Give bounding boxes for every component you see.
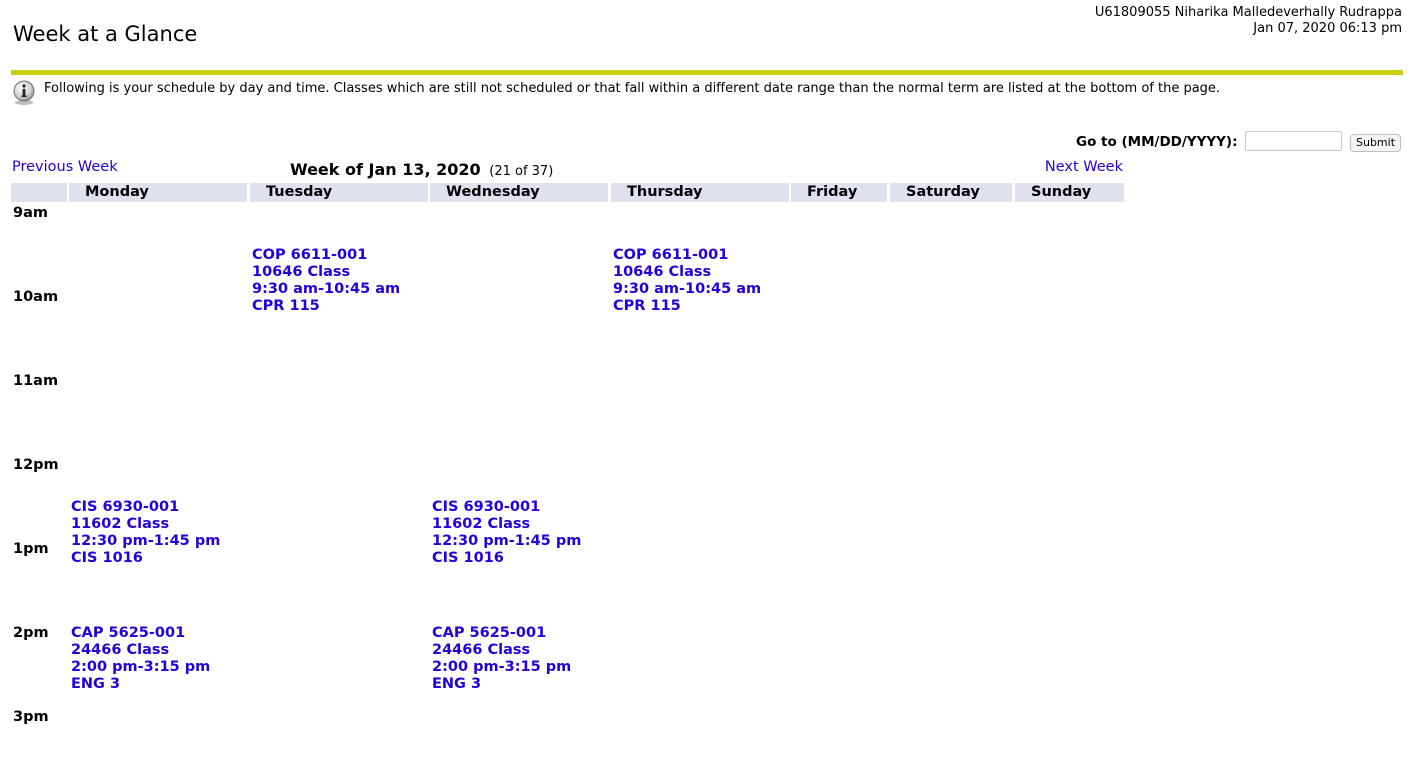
time-label-10am: 10am xyxy=(13,289,59,305)
class-block-monday-cap5625[interactable]: CAP 5625-001 24466 Class 2:00 pm-3:15 pm… xyxy=(71,625,210,693)
time-label-11am: 11am xyxy=(13,373,59,389)
week-label: Week of Jan 13, 2020 xyxy=(290,160,481,179)
page-title: Week at a Glance xyxy=(13,22,198,46)
class-room: CIS 1016 xyxy=(71,550,143,566)
day-header-monday: Monday xyxy=(69,183,247,202)
class-crn: 11602 Class xyxy=(432,516,531,532)
class-room: CPR 115 xyxy=(613,298,681,314)
class-course: CIS 6930-001 xyxy=(432,499,541,515)
class-time: 2:00 pm-3:15 pm xyxy=(432,659,572,675)
time-label-1pm: 1pm xyxy=(13,541,49,557)
class-crn: 24466 Class xyxy=(71,642,170,658)
class-block-wednesday-cap5625[interactable]: CAP 5625-001 24466 Class 2:00 pm-3:15 pm… xyxy=(432,625,571,693)
time-label-2pm: 2pm xyxy=(13,625,49,641)
previous-week-link[interactable]: Previous Week xyxy=(12,159,118,175)
class-time: 9:30 am-10:45 am xyxy=(252,281,401,297)
time-label-12pm: 12pm xyxy=(13,457,59,473)
day-header-saturday: Saturday xyxy=(890,183,1012,202)
class-course: COP 6611-001 xyxy=(613,247,729,263)
class-time: 12:30 pm-1:45 pm xyxy=(432,533,582,549)
class-time: 2:00 pm-3:15 pm xyxy=(71,659,211,675)
header-rule xyxy=(11,70,1403,75)
info-icon xyxy=(12,80,38,106)
class-block-thursday-cop6611[interactable]: COP 6611-001 10646 Class 9:30 am-10:45 a… xyxy=(613,247,761,315)
class-room: CPR 115 xyxy=(252,298,320,314)
class-crn: 10646 Class xyxy=(613,264,712,280)
goto-date-input[interactable] xyxy=(1245,131,1342,151)
week-heading: Week of Jan 13, 2020 (21 of 37) xyxy=(290,160,553,179)
week-count: (21 of 37) xyxy=(489,164,554,179)
day-header-sunday: Sunday xyxy=(1015,183,1124,202)
class-course: CAP 5625-001 xyxy=(432,625,547,641)
goto-label: Go to (MM/DD/YYYY): xyxy=(1076,134,1238,150)
next-week-link[interactable]: Next Week xyxy=(1045,159,1123,175)
class-block-tuesday-cop6611[interactable]: COP 6611-001 10646 Class 9:30 am-10:45 a… xyxy=(252,247,400,315)
class-crn: 10646 Class xyxy=(252,264,351,280)
day-header-friday: Friday xyxy=(791,183,887,202)
class-time: 12:30 pm-1:45 pm xyxy=(71,533,221,549)
class-time: 9:30 am-10:45 am xyxy=(613,281,762,297)
user-identity: U61809055 Niharika Malledeverhally Rudra… xyxy=(1094,5,1402,20)
class-block-wednesday-cis6930[interactable]: CIS 6930-001 11602 Class 12:30 pm-1:45 p… xyxy=(432,499,581,567)
class-course: CAP 5625-001 xyxy=(71,625,186,641)
time-label-9am: 9am xyxy=(13,205,48,221)
class-course: COP 6611-001 xyxy=(252,247,368,263)
timestamp: Jan 07, 2020 06:13 pm xyxy=(1253,21,1402,36)
day-header-thursday: Thursday xyxy=(611,183,789,202)
class-room: ENG 3 xyxy=(432,676,482,692)
time-column-header xyxy=(11,183,67,202)
time-label-3pm: 3pm xyxy=(13,709,49,725)
class-room: ENG 3 xyxy=(71,676,121,692)
class-crn: 11602 Class xyxy=(71,516,170,532)
info-text: Following is your schedule by day and ti… xyxy=(44,81,1221,96)
class-course: CIS 6930-001 xyxy=(71,499,180,515)
class-room: CIS 1016 xyxy=(432,550,504,566)
submit-button[interactable]: Submit xyxy=(1350,134,1401,152)
day-header-tuesday: Tuesday xyxy=(250,183,428,202)
day-header-wednesday: Wednesday xyxy=(430,183,608,202)
class-block-monday-cis6930[interactable]: CIS 6930-001 11602 Class 12:30 pm-1:45 p… xyxy=(71,499,220,567)
class-crn: 24466 Class xyxy=(432,642,531,658)
